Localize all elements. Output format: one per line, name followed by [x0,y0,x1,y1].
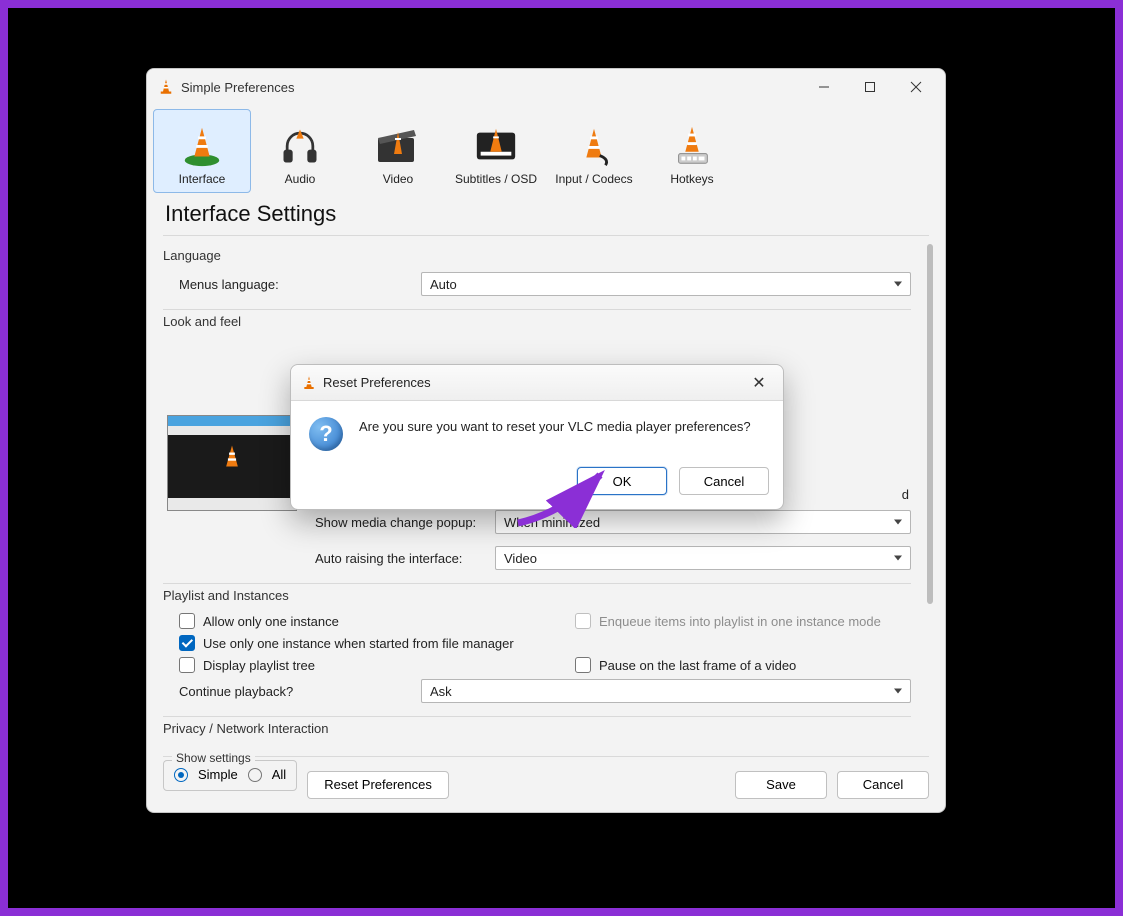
dialog-ok-button[interactable]: OK [577,467,667,495]
pause-last-frame-checkbox[interactable]: Pause on the last frame of a video [575,657,911,673]
menus-language-label: Menus language: [163,277,411,292]
display-playlist-tree-checkbox[interactable]: Display playlist tree [179,657,515,673]
privacy-legend: Privacy / Network Interaction [163,719,328,742]
question-icon: ? [309,417,343,451]
tab-subtitles[interactable]: Subtitles / OSD [447,109,545,193]
tab-interface[interactable]: Interface [153,109,251,193]
tab-label: Audio [285,172,316,186]
privacy-group: Privacy / Network Interaction [163,719,911,742]
category-toolbar: Interface Audio Video Subtitles / OSD In… [147,105,945,199]
continue-playback-label: Continue playback? [163,684,411,699]
show-settings-legend: Show settings [172,751,255,765]
continue-playback-select[interactable]: Ask [421,679,911,703]
skin-preview [167,415,297,511]
select-value: Video [504,551,537,566]
playlist-legend: Playlist and Instances [163,586,289,609]
checkbox-label: Use only one instance when started from … [203,636,514,651]
save-button[interactable]: Save [735,771,827,799]
cone-icon [301,375,317,391]
tab-audio[interactable]: Audio [251,109,349,193]
tab-label: Hotkeys [670,172,713,186]
popup-select[interactable]: When minimized [495,510,911,534]
popup-label: Show media change popup: [315,515,485,530]
minimize-button[interactable] [801,71,847,103]
select-value: Ask [430,684,452,699]
dialog-message: Are you sure you want to reset your VLC … [359,417,751,451]
tab-label: Interface [179,172,226,186]
select-value: When minimized [504,515,600,530]
cancel-button[interactable]: Cancel [837,771,929,799]
menus-language-select[interactable]: Auto [421,272,911,296]
select-value: Auto [430,277,457,292]
radio-label: All [272,767,286,782]
page-heading: Interface Settings [147,199,945,235]
dialog-title: Reset Preferences [323,375,431,390]
headphones-icon [278,122,322,168]
language-legend: Language [163,246,221,269]
radio-label: Simple [198,767,238,782]
allow-one-instance-checkbox[interactable]: Allow only one instance [179,613,515,629]
window-controls [801,71,939,103]
checkbox-label: Display playlist tree [203,658,315,673]
tab-input-codecs[interactable]: Input / Codecs [545,109,643,193]
look-legend: Look and feel [163,312,241,335]
cone-cable-icon [571,122,617,168]
scrollbar-thumb[interactable] [927,244,933,604]
use-one-instance-fm-checkbox[interactable]: Use only one instance when started from … [179,635,911,651]
reset-preferences-dialog: Reset Preferences ✕ ? Are you sure you w… [290,364,784,510]
vertical-scrollbar[interactable] [925,244,935,756]
checkbox-label: Pause on the last frame of a video [599,658,796,673]
titlebar: Simple Preferences [147,69,945,105]
show-all-radio[interactable] [248,768,262,782]
clapperboard-icon [374,122,422,168]
raise-select[interactable]: Video [495,546,911,570]
show-simple-radio[interactable] [174,768,188,782]
playlist-group: Playlist and Instances Allow only one in… [163,586,911,706]
dialog-close-button[interactable]: ✕ [745,373,773,393]
tab-label: Video [383,172,413,186]
tab-label: Input / Codecs [555,172,632,186]
raise-label: Auto raising the interface: [315,551,485,566]
tab-label: Subtitles / OSD [455,172,537,186]
tab-hotkeys[interactable]: Hotkeys [643,109,741,193]
heading-divider [163,235,929,236]
dialog-cancel-button[interactable]: Cancel [679,467,769,495]
cone-keyboard-icon [669,122,715,168]
cone-icon [218,443,246,476]
language-group: Language Menus language: Auto [163,246,911,299]
maximize-button[interactable] [847,71,893,103]
reset-preferences-button[interactable]: Reset Preferences [307,771,449,799]
show-settings-group: Show settings Simple All [163,760,297,791]
dialog-titlebar: Reset Preferences ✕ [291,365,783,401]
checkbox-label: Enqueue items into playlist in one insta… [599,614,881,629]
cone-on-mat-icon [179,122,225,168]
window-title: Simple Preferences [181,80,294,95]
bottom-bar: Show settings Simple All Reset Preferenc… [163,756,929,812]
subtitles-icon [473,122,519,168]
close-button[interactable] [893,71,939,103]
app-cone-icon [157,78,175,96]
tab-video[interactable]: Video [349,109,447,193]
enqueue-checkbox: Enqueue items into playlist in one insta… [575,613,911,629]
checkbox-label: Allow only one instance [203,614,339,629]
